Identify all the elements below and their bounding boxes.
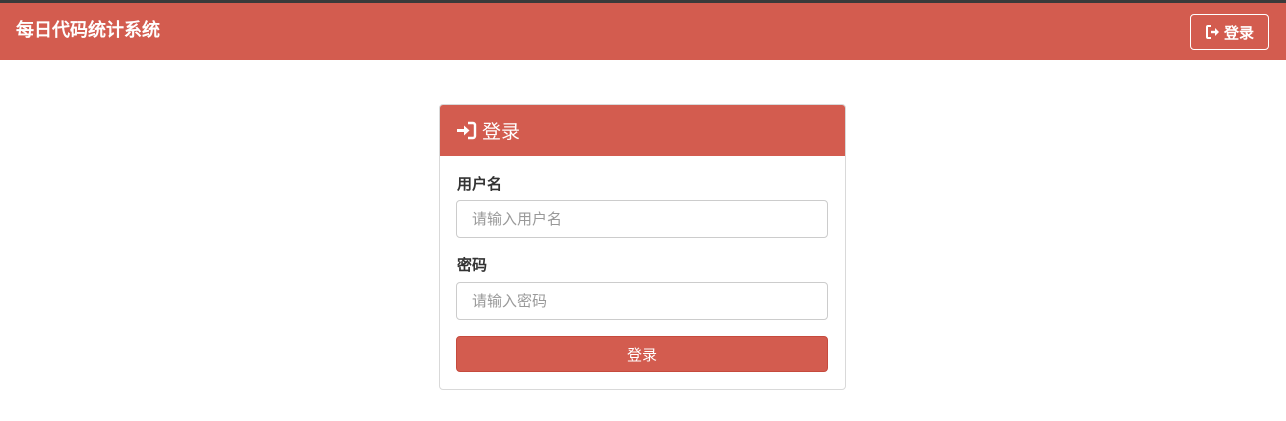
- username-label: 用户名: [457, 175, 503, 193]
- login-panel: 登录 用户名 密码 登录: [439, 104, 846, 390]
- login-panel-title: 登录: [482, 121, 521, 143]
- brand-title[interactable]: 每日代码统计系统: [16, 19, 160, 43]
- top-navbar: 每日代码统计系统 登录: [0, 3, 1286, 60]
- password-label: 密码: [457, 256, 488, 274]
- nav-login-button[interactable]: 登录: [1190, 14, 1269, 50]
- password-input[interactable]: [456, 282, 828, 320]
- username-input[interactable]: [456, 200, 828, 238]
- login-submit-button[interactable]: 登录: [456, 336, 828, 372]
- login-panel-heading: 登录: [440, 105, 845, 156]
- sign-out-icon: [1205, 24, 1221, 40]
- sign-in-icon: [456, 121, 477, 140]
- nav-login-label: 登录: [1223, 23, 1254, 42]
